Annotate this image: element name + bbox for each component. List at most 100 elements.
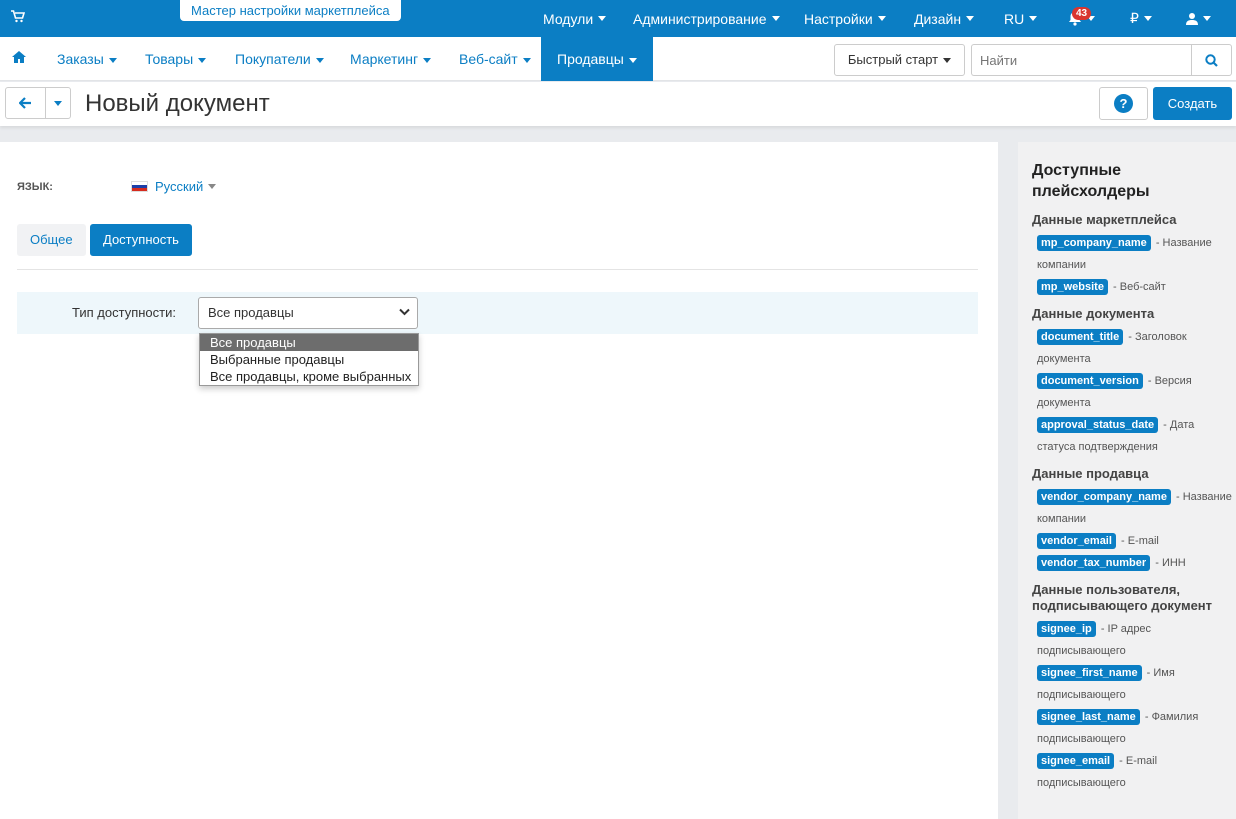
placeholder-item: mp_company_name - Название компании [1037, 232, 1232, 276]
caret-down-icon [943, 58, 952, 64]
availability-type-label: Тип доступности: [72, 305, 176, 320]
language-selector[interactable]: Русский [131, 179, 217, 194]
placeholder-tag[interactable]: document_title [1037, 329, 1124, 345]
back-dropdown-button[interactable] [45, 87, 71, 119]
currency-label: ₽ [1130, 10, 1139, 26]
caret-down-icon [423, 57, 432, 63]
nav-customers[interactable]: Покупатели [235, 37, 324, 81]
nav-label: Веб-сайт [459, 51, 518, 67]
language-field-label: Язык: [17, 181, 53, 193]
help-button[interactable]: ? [1099, 87, 1148, 120]
nav-label: Покупатели [235, 51, 311, 67]
search-icon [1205, 53, 1218, 67]
language-menu[interactable]: RU [1004, 0, 1038, 37]
placeholder-tag[interactable]: approval_status_date [1037, 417, 1159, 433]
caret-down-icon [54, 100, 62, 106]
placeholder-item: vendor_tax_number - ИНН [1037, 552, 1232, 574]
caret-down-icon [628, 57, 637, 63]
setup-wizard-button[interactable]: Мастер настройки маркетплейса [180, 0, 401, 21]
placeholder-item: approval_status_date - Дата статуса подт… [1037, 414, 1232, 458]
caret-down-icon [198, 57, 207, 63]
russia-flag-icon [131, 181, 148, 192]
create-button[interactable]: Создать [1153, 87, 1232, 120]
main-navigation: Заказы Товары Покупатели Маркетинг Веб-с… [0, 37, 1236, 81]
placeholder-tag[interactable]: document_version [1037, 373, 1143, 389]
nav-label: Маркетинг [350, 51, 419, 67]
user-menu[interactable] [1186, 0, 1211, 37]
select-value: Все продавцы [208, 305, 294, 320]
top-menu-label: Модули [543, 10, 594, 27]
option-all-vendors[interactable]: Все продавцы [200, 334, 418, 351]
placeholder-item: mp_website - Веб-сайт [1037, 276, 1232, 298]
search-input[interactable] [971, 44, 1191, 76]
placeholder-item: vendor_company_name - Название компании [1037, 486, 1232, 530]
top-menu-settings[interactable]: Настройки [804, 0, 886, 37]
placeholder-desc: - E-mail [1120, 535, 1159, 547]
placeholder-desc: - Веб-сайт [1113, 281, 1166, 293]
chevron-down-icon [399, 308, 410, 316]
cart-icon[interactable] [11, 10, 26, 26]
nav-label: Заказы [57, 51, 104, 67]
title-bar: Новый документ ? Создать [0, 82, 1236, 126]
top-menu-design[interactable]: Дизайн [914, 0, 975, 37]
home-icon[interactable] [12, 51, 26, 66]
sidebar-section-title: Данные продавца [1032, 466, 1149, 481]
placeholder-desc: - ИНН [1155, 557, 1186, 569]
placeholder-item: signee_last_name - Фамилия подписывающег… [1037, 706, 1232, 750]
caret-down-icon [208, 184, 217, 189]
nav-label: Продавцы [557, 51, 624, 67]
main-panel: Язык: Русский Общее Доступность Тип дост… [0, 142, 998, 819]
question-icon: ? [1114, 94, 1133, 113]
caret-down-icon [877, 16, 886, 21]
placeholder-tag[interactable]: vendor_company_name [1037, 489, 1171, 505]
placeholder-item: signee_email - E-mail подписывающего [1037, 750, 1232, 794]
caret-down-icon [771, 16, 780, 21]
availability-type-row: Тип доступности: Все продавцы [17, 292, 978, 334]
nav-vendors[interactable]: Продавцы [541, 37, 653, 81]
availability-type-options: Все продавцы Выбранные продавцы Все прод… [199, 333, 419, 386]
placeholder-tag[interactable]: vendor_email [1037, 533, 1116, 549]
top-menu-administration[interactable]: Администрирование [633, 0, 780, 37]
caret-down-icon [1029, 16, 1038, 21]
language-label: RU [1004, 10, 1025, 27]
placeholder-item: vendor_email - E-mail [1037, 530, 1232, 552]
back-button[interactable] [5, 87, 46, 119]
quick-start-button[interactable]: Быстрый старт [834, 44, 965, 76]
caret-down-icon [108, 57, 117, 63]
tab-availability[interactable]: Доступность [90, 224, 192, 256]
nav-products[interactable]: Товары [145, 37, 207, 81]
sidebar-section-title: Данные маркетплейса [1032, 212, 1177, 227]
quick-start-label: Быстрый старт [847, 52, 939, 67]
top-menu-modules[interactable]: Модули [543, 0, 607, 37]
nav-marketing[interactable]: Маркетинг [350, 37, 432, 81]
placeholder-tag[interactable]: signee_last_name [1037, 709, 1140, 725]
nav-website[interactable]: Веб-сайт [459, 37, 531, 81]
currency-menu[interactable]: ₽ [1130, 0, 1152, 37]
notifications-badge: 43 [1072, 7, 1092, 20]
placeholder-item: document_title - Заголовок документа [1037, 326, 1232, 370]
top-menu-label: Администрирование [633, 10, 767, 27]
option-all-except-selected[interactable]: Все продавцы, кроме выбранных [200, 368, 418, 385]
option-selected-vendors[interactable]: Выбранные продавцы [200, 351, 418, 368]
divider [17, 269, 978, 270]
placeholder-tag[interactable]: vendor_tax_number [1037, 555, 1151, 571]
placeholder-tag[interactable]: mp_company_name [1037, 235, 1151, 251]
placeholder-tag[interactable]: signee_first_name [1037, 665, 1142, 681]
notifications-menu[interactable]: 43 [1068, 0, 1095, 37]
placeholder-item: document_version - Версия документа [1037, 370, 1232, 414]
caret-down-icon [598, 16, 607, 21]
sidebar-title: Доступные плейсхолдеры [1032, 162, 1150, 200]
caret-down-icon [1203, 16, 1211, 21]
availability-type-select[interactable]: Все продавцы [198, 297, 418, 329]
nav-label: Товары [145, 51, 194, 67]
user-icon [1186, 13, 1198, 25]
placeholder-tag[interactable]: signee_ip [1037, 621, 1096, 637]
tab-general[interactable]: Общее [17, 224, 86, 256]
placeholder-item: signee_first_name - Имя подписывающего [1037, 662, 1232, 706]
nav-orders[interactable]: Заказы [57, 37, 117, 81]
arrow-left-icon [19, 97, 31, 109]
sidebar-section-title: Данные документа [1032, 306, 1155, 321]
placeholder-tag[interactable]: signee_email [1037, 753, 1115, 769]
placeholder-tag[interactable]: mp_website [1037, 279, 1108, 295]
search-button[interactable] [1191, 44, 1232, 76]
